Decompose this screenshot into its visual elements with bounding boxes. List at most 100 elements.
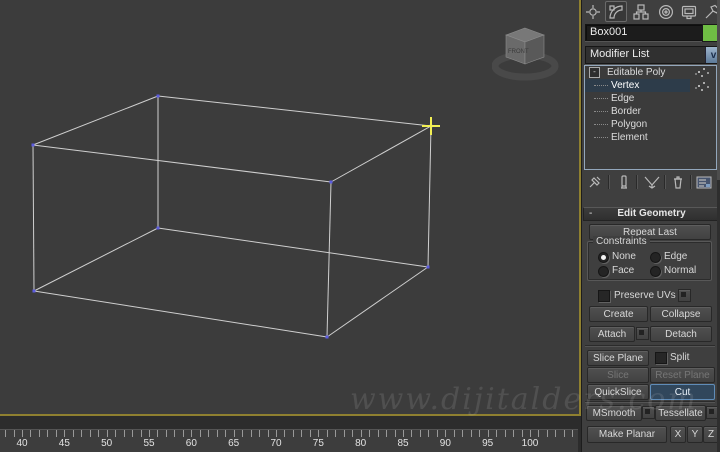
create-button[interactable]: Create xyxy=(589,306,648,322)
collapse-button[interactable]: Collapse xyxy=(650,306,712,322)
modifier-list-dropdown[interactable]: Modifier List v xyxy=(585,46,720,64)
stack-item-border[interactable]: Border xyxy=(585,105,716,118)
rollout-title: Edit Geometry xyxy=(617,208,686,219)
box-vertex[interactable] xyxy=(31,143,35,147)
tab-create[interactable] xyxy=(582,1,604,22)
box-edge[interactable] xyxy=(32,144,35,292)
attach-settings-button[interactable] xyxy=(636,327,649,340)
remove-modifier-icon[interactable] xyxy=(668,173,688,191)
box-edge[interactable] xyxy=(157,95,432,127)
cut-button[interactable]: Cut xyxy=(650,384,715,400)
cut-tool-cursor xyxy=(422,117,440,135)
stack-item-edge[interactable]: Edge xyxy=(585,92,716,105)
toolbar-separator xyxy=(664,175,665,189)
preserve-uvs-label: Preserve UVs xyxy=(614,290,676,301)
tree-branch-line xyxy=(594,84,608,86)
perspective-viewport[interactable]: FRONT xyxy=(0,0,581,416)
constraint-radio-normal[interactable] xyxy=(650,266,661,277)
box-vertex[interactable] xyxy=(156,226,160,230)
tab-display[interactable] xyxy=(678,1,700,22)
ruler-tick xyxy=(81,430,83,437)
tab-hierarchy[interactable] xyxy=(630,1,652,22)
ruler-tick xyxy=(165,430,167,437)
split-checkbox[interactable] xyxy=(655,352,667,364)
box-edge[interactable] xyxy=(33,227,159,292)
box-vertex[interactable] xyxy=(32,289,36,293)
collapse-tree-icon[interactable]: - xyxy=(589,66,600,78)
preserve-uvs-settings-button[interactable] xyxy=(678,289,691,302)
stack-item-element[interactable]: Element xyxy=(585,131,716,144)
constraint-label: Edge xyxy=(664,251,688,262)
attach-button[interactable]: Attach xyxy=(589,326,635,342)
ruler-tick xyxy=(318,430,320,437)
time-ruler[interactable]: 40 45 50 55 60 65 70 75 80 85 90 95 100 xyxy=(0,429,578,452)
configure-modifier-sets-icon[interactable] xyxy=(694,173,714,191)
tessellate-button[interactable]: Tessellate xyxy=(655,405,706,421)
ruler-tick xyxy=(276,430,277,437)
ruler-tick xyxy=(157,430,159,437)
viewcube[interactable]: FRONT xyxy=(492,22,562,84)
ruler-tick xyxy=(309,430,311,437)
box-vertex[interactable] xyxy=(426,265,430,269)
tab-modify[interactable] xyxy=(605,1,627,22)
ruler-tick xyxy=(369,430,371,437)
make-planar-button[interactable]: Make Planar xyxy=(587,426,667,443)
constraint-radio-none[interactable] xyxy=(598,252,609,263)
tab-motion[interactable] xyxy=(655,1,677,22)
ruler-tick xyxy=(149,430,150,437)
box-edge[interactable] xyxy=(32,144,332,183)
rollout-collapse-icon[interactable]: - xyxy=(589,208,592,220)
stack-item-editable-poly[interactable]: - Editable Poly xyxy=(585,66,716,79)
ruler-label: 50 xyxy=(101,438,113,449)
constraint-label: Face xyxy=(612,265,635,276)
ruler-tick xyxy=(13,430,15,437)
make-unique-icon[interactable] xyxy=(642,173,662,191)
quickslice-button[interactable]: QuickSlice xyxy=(587,384,649,400)
ruler-tick xyxy=(403,430,404,437)
box-edge[interactable] xyxy=(157,227,429,268)
msmooth-button[interactable]: MSmooth xyxy=(586,405,642,421)
ruler-tick xyxy=(546,430,548,437)
ruler-tick xyxy=(267,430,269,437)
box-edge[interactable] xyxy=(326,181,332,338)
msmooth-settings-button[interactable] xyxy=(642,406,655,419)
box-vertex[interactable] xyxy=(325,335,329,339)
preserve-uvs-checkbox[interactable] xyxy=(598,290,610,302)
ruler-tick xyxy=(504,430,506,437)
stack-item-label: Edge xyxy=(611,93,635,104)
make-planar-y-button[interactable]: Y xyxy=(687,426,703,443)
ruler-tick xyxy=(436,430,438,437)
ruler-label: 75 xyxy=(312,438,324,449)
box-edge[interactable] xyxy=(330,125,432,183)
stack-item-vertex[interactable]: Vertex xyxy=(585,79,690,92)
slice-button: Slice xyxy=(587,367,649,383)
ruler-tick xyxy=(208,430,210,437)
object-name-field[interactable]: Box001 xyxy=(585,24,703,41)
box-vertex[interactable] xyxy=(329,180,333,184)
edit-geometry-rollout-header[interactable]: - Edit Geometry xyxy=(583,207,720,221)
detach-button[interactable]: Detach xyxy=(650,326,712,342)
ruler-label: 95 xyxy=(482,438,494,449)
ruler-tick xyxy=(225,430,227,437)
box-edge[interactable] xyxy=(427,125,432,268)
ruler-tick xyxy=(538,430,540,437)
ruler-tick xyxy=(563,430,565,437)
box-edge[interactable] xyxy=(33,290,328,338)
pin-stack-icon[interactable] xyxy=(586,173,606,191)
make-planar-x-button[interactable]: X xyxy=(670,426,686,443)
constraint-label: Normal xyxy=(664,265,697,276)
ruler-tick xyxy=(530,430,531,437)
constraint-radio-edge[interactable] xyxy=(650,252,661,263)
constraint-radio-face[interactable] xyxy=(598,266,609,277)
ruler-label: 90 xyxy=(439,438,451,449)
stack-item-polygon[interactable]: Polygon xyxy=(585,118,716,131)
slice-plane-button[interactable]: Slice Plane xyxy=(587,350,649,366)
box-edge[interactable] xyxy=(326,266,429,338)
sparkle-decoration xyxy=(698,85,700,87)
box-edge[interactable] xyxy=(32,95,159,146)
box-vertex[interactable] xyxy=(156,94,160,98)
modifier-stack[interactable]: - Editable Poly Vertex Edge Border Polygon Ele… xyxy=(584,65,717,170)
constraint-label: None xyxy=(612,251,636,262)
show-end-result-icon[interactable] xyxy=(614,173,634,191)
ruler-tick xyxy=(292,430,294,437)
